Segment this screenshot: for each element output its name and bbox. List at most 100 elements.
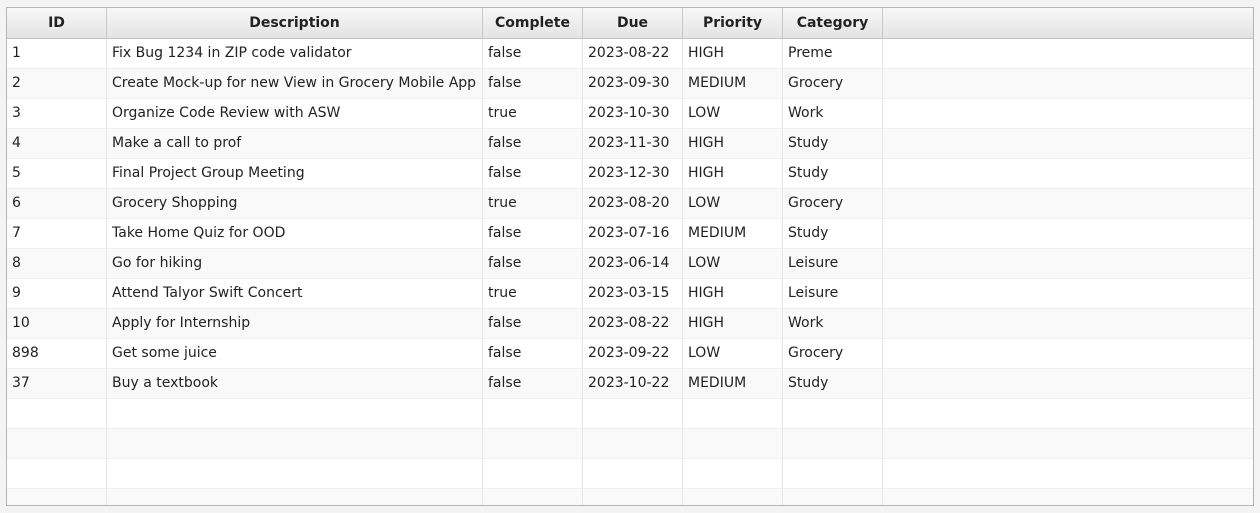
cell-due: 2023-09-22 [583,339,683,369]
cell-description: Attend Talyor Swift Concert [107,279,483,309]
cell-complete: false [483,69,583,99]
table-row[interactable]: 9 Attend Talyor Swift Concert true 2023-03-… [7,279,1253,309]
cell-id: 7 [7,219,107,249]
cell-category [783,429,883,459]
cell-priority: HIGH [683,39,783,69]
table-row[interactable]: 7 Take Home Quiz for OOD false 2023-07-16 ME… [7,219,1253,249]
cell-priority: LOW [683,189,783,219]
column-header-complete[interactable]: Complete [483,8,583,38]
cell-priority [683,429,783,459]
table-row[interactable]: 2 Create Mock-up for new View in Grocery … [7,69,1253,99]
table-row[interactable]: 898 Get some juice false 2023-09-22 LOW Groce… [7,339,1253,369]
cell-category: Leisure [783,279,883,309]
cell-filler [883,399,1253,429]
task-table: ID Description Complete Due Priority Cat… [6,7,1254,506]
cell-filler [883,189,1253,219]
cell-due [583,489,683,505]
table-row[interactable]: 8 Go for hiking false 2023-06-14 LOW Leisure [7,249,1253,279]
cell-id [7,489,107,505]
cell-id: 6 [7,189,107,219]
cell-filler [883,309,1253,339]
cell-description: Organize Code Review with ASW [107,99,483,129]
cell-complete: false [483,249,583,279]
cell-complete: false [483,129,583,159]
cell-priority: MEDIUM [683,69,783,99]
cell-category: Leisure [783,249,883,279]
cell-priority [683,399,783,429]
cell-due [583,399,683,429]
cell-priority [683,459,783,489]
table-header: ID Description Complete Due Priority Cat… [7,8,1253,39]
cell-description: Make a call to prof [107,129,483,159]
cell-filler [883,459,1253,489]
table-row[interactable]: 1 Fix Bug 1234 in ZIP code validator false… [7,39,1253,69]
cell-id: 37 [7,369,107,399]
cell-id: 898 [7,339,107,369]
cell-category [783,489,883,505]
cell-category: Work [783,309,883,339]
table-row[interactable]: 37 Buy a textbook false 2023-10-22 MEDIUM Stu… [7,369,1253,399]
empty-table-row[interactable] [7,459,1253,489]
cell-category: Grocery [783,339,883,369]
table-row[interactable]: 5 Final Project Group Meeting false 2023-12… [7,159,1253,189]
cell-filler [883,39,1253,69]
cell-complete: false [483,39,583,69]
cell-complete [483,429,583,459]
cell-priority: MEDIUM [683,369,783,399]
column-header-category[interactable]: Category [783,8,883,38]
column-header-due[interactable]: Due [583,8,683,38]
cell-category: Grocery [783,189,883,219]
cell-description: Create Mock-up for new View in Grocery M… [107,69,483,99]
cell-id: 5 [7,159,107,189]
cell-id [7,459,107,489]
cell-due: 2023-07-16 [583,219,683,249]
cell-category: Study [783,369,883,399]
cell-description: Fix Bug 1234 in ZIP code validator [107,39,483,69]
cell-id: 4 [7,129,107,159]
cell-due: 2023-06-14 [583,249,683,279]
cell-priority: HIGH [683,129,783,159]
cell-filler [883,429,1253,459]
column-header-priority[interactable]: Priority [683,8,783,38]
cell-description: Apply for Internship [107,309,483,339]
cell-complete: false [483,309,583,339]
cell-priority: HIGH [683,309,783,339]
cell-complete [483,489,583,505]
cell-due: 2023-08-22 [583,39,683,69]
cell-complete: false [483,219,583,249]
cell-complete [483,399,583,429]
cell-priority: LOW [683,249,783,279]
cell-description: Grocery Shopping [107,189,483,219]
cell-due: 2023-03-15 [583,279,683,309]
cell-priority: HIGH [683,159,783,189]
column-header-filler [883,8,1253,38]
cell-priority: LOW [683,99,783,129]
table-row[interactable]: 10 Apply for Internship false 2023-08-22 HIG… [7,309,1253,339]
cell-category: Study [783,219,883,249]
cell-filler [883,369,1253,399]
table-row[interactable]: 4 Make a call to prof false 2023-11-30 HIGH S… [7,129,1253,159]
cell-due: 2023-10-22 [583,369,683,399]
cell-category: Study [783,129,883,159]
empty-table-row[interactable] [7,429,1253,459]
cell-description: Take Home Quiz for OOD [107,219,483,249]
empty-table-row[interactable] [7,399,1253,429]
cell-filler [883,339,1253,369]
cell-description [107,459,483,489]
cell-description: Buy a textbook [107,369,483,399]
empty-table-row[interactable] [7,489,1253,505]
cell-complete [483,459,583,489]
cell-complete: true [483,189,583,219]
cell-complete: true [483,279,583,309]
cell-description: Go for hiking [107,249,483,279]
cell-description: Final Project Group Meeting [107,159,483,189]
cell-due: 2023-08-20 [583,189,683,219]
table-row[interactable]: 6 Grocery Shopping true 2023-08-20 LOW Grocer… [7,189,1253,219]
column-header-description[interactable]: Description [107,8,483,38]
table-row[interactable]: 3 Organize Code Review with ASW true 2023-1… [7,99,1253,129]
cell-filler [883,219,1253,249]
cell-filler [883,489,1253,505]
cell-due [583,429,683,459]
cell-id [7,429,107,459]
column-header-id[interactable]: ID [7,8,107,38]
